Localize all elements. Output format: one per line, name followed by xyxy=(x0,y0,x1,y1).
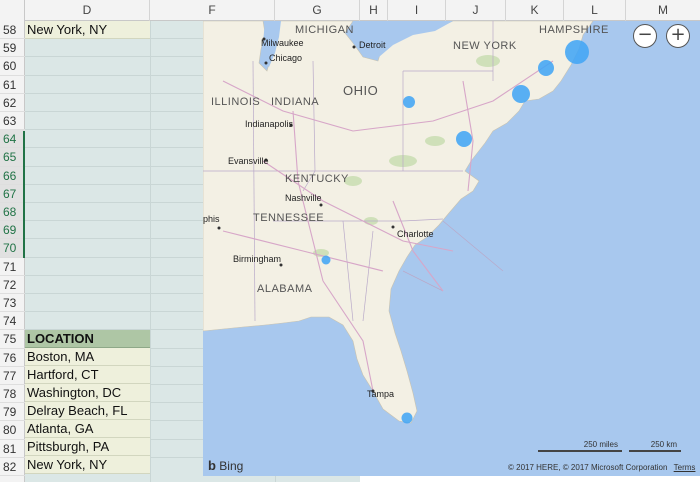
row-header-76[interactable]: 76 xyxy=(0,349,25,367)
row-header-69[interactable]: 69 xyxy=(0,221,25,240)
zoom-in-button[interactable]: + xyxy=(666,24,690,48)
cell-location-item[interactable]: Atlanta, GA xyxy=(25,420,150,438)
state-label: TENNESSEE xyxy=(253,212,324,224)
bing-logo: b Bing xyxy=(208,458,243,473)
bubble-pittsburgh[interactable] xyxy=(403,96,415,108)
row-header-75[interactable]: 75 xyxy=(0,330,25,349)
column-header-m[interactable]: M xyxy=(626,0,700,21)
column-header-d[interactable]: D xyxy=(25,0,150,21)
row-header-62[interactable]: 62 xyxy=(0,94,25,112)
row-header-64[interactable]: 64 xyxy=(0,130,25,149)
bubble-new-york[interactable] xyxy=(512,85,530,103)
city-label: Tampa xyxy=(367,389,394,399)
row-header-67[interactable]: 67 xyxy=(0,184,25,203)
column-header-g[interactable]: G xyxy=(275,0,360,21)
row-header-77[interactable]: 77 xyxy=(0,367,25,385)
state-label: INDIANA xyxy=(271,96,319,108)
column-header-h[interactable]: H xyxy=(360,0,388,21)
city-label: Detroit xyxy=(359,40,386,50)
row-header-79[interactable]: 79 xyxy=(0,403,25,422)
row-header-70[interactable]: 70 xyxy=(0,239,25,258)
row-selection-indicator xyxy=(23,131,25,258)
cell-d58[interactable]: New York, NY xyxy=(25,21,150,39)
bubble-delray-beach[interactable] xyxy=(401,412,413,424)
city-label: Evansville xyxy=(228,156,269,166)
scale-bar-miles: 250 miles xyxy=(538,440,622,452)
state-label: HAMPSHIRE xyxy=(539,24,609,36)
city-label: Indianapolis xyxy=(245,119,294,129)
bubble-atlanta[interactable] xyxy=(321,255,331,265)
cell-location-item[interactable]: Delray Beach, FL xyxy=(25,402,150,420)
state-label: KENTUCKY xyxy=(285,173,349,185)
row-header-61[interactable]: 61 xyxy=(0,76,25,94)
city-label: phis xyxy=(203,214,220,224)
terms-link[interactable]: Terms xyxy=(674,463,696,472)
state-label: ALABAMA xyxy=(257,283,313,295)
bing-logo-mark: b xyxy=(208,458,216,473)
state-label: ILLINOIS xyxy=(211,96,260,108)
forest-patch xyxy=(476,55,500,67)
city-label: Charlotte xyxy=(397,229,434,239)
column-header-l[interactable]: L xyxy=(564,0,626,21)
map-canvas: MICHIGAN NEW YORK HAMPSHIRE OHIO ILLINOI… xyxy=(203,21,700,476)
row-header-58[interactable]: 58 xyxy=(0,21,25,40)
row-header-66[interactable]: 66 xyxy=(0,166,25,185)
column-header-i[interactable]: I xyxy=(388,0,446,21)
copyright-text: © 2017 HERE, © 2017 Microsoft Corporatio… xyxy=(508,463,668,472)
column-header-bar: D F G H I J K L M xyxy=(0,0,700,21)
row-header-bar: 58 59 60 61 62 63 64 65 66 67 68 69 70 71 72 73 74 75 76 77… xyxy=(0,21,25,482)
column-header-k[interactable]: K xyxy=(506,0,564,21)
forest-patch xyxy=(425,136,445,146)
column-header-j[interactable]: J xyxy=(446,0,506,21)
cell-location-header[interactable]: LOCATION xyxy=(25,330,150,348)
row-header-74[interactable]: 74 xyxy=(0,312,25,331)
row-header-60[interactable]: 60 xyxy=(0,57,25,76)
map-copyright: © 2017 HERE, © 2017 Microsoft Corporatio… xyxy=(508,463,695,472)
state-label: NEW YORK xyxy=(453,40,517,52)
select-all-corner[interactable] xyxy=(0,0,25,21)
column-header-f[interactable]: F xyxy=(150,0,275,21)
row-header-78[interactable]: 78 xyxy=(0,385,25,404)
row-header-80[interactable]: 80 xyxy=(0,421,25,440)
state-label: OHIO xyxy=(343,83,378,98)
city-label: Chicago xyxy=(269,53,302,63)
map-chart[interactable]: MICHIGAN NEW YORK HAMPSHIRE OHIO ILLINOI… xyxy=(203,21,700,476)
scale-bar-km: 250 km xyxy=(629,440,681,452)
cell-location-item[interactable]: New York, NY xyxy=(25,456,150,474)
city-label: Milwaukee xyxy=(261,38,304,48)
city-label: Nashville xyxy=(285,193,322,203)
bubble-hartford[interactable] xyxy=(538,60,554,76)
bing-logo-text: Bing xyxy=(219,459,244,473)
row-header-68[interactable]: 68 xyxy=(0,203,25,222)
row-header-81[interactable]: 81 xyxy=(0,440,25,458)
city-label: Birmingham xyxy=(233,254,281,264)
row-header-59[interactable]: 59 xyxy=(0,39,25,58)
state-label: MICHIGAN xyxy=(295,24,354,36)
cell-location-item[interactable]: Boston, MA xyxy=(25,348,150,366)
row-header-82[interactable]: 82 xyxy=(0,458,25,476)
cell-location-item[interactable]: Washington, DC xyxy=(25,384,150,402)
bubble-boston[interactable] xyxy=(565,40,589,64)
row-header-63[interactable]: 63 xyxy=(0,112,25,131)
cell-location-item[interactable]: Hartford, CT xyxy=(25,366,150,384)
bubble-washington[interactable] xyxy=(456,131,472,147)
empty-cells xyxy=(360,476,700,482)
zoom-out-button[interactable]: − xyxy=(633,24,657,48)
row-header-65[interactable]: 65 xyxy=(0,148,25,167)
row-header-73[interactable]: 73 xyxy=(0,294,25,313)
cell-location-item[interactable]: Pittsburgh, PA xyxy=(25,438,150,456)
row-header-72[interactable]: 72 xyxy=(0,276,25,294)
row-header-71[interactable]: 71 xyxy=(0,258,25,276)
spreadsheet: D F G H I J K L M 58 59 60 61 62 63 64 65 66 67 68… xyxy=(0,0,700,482)
